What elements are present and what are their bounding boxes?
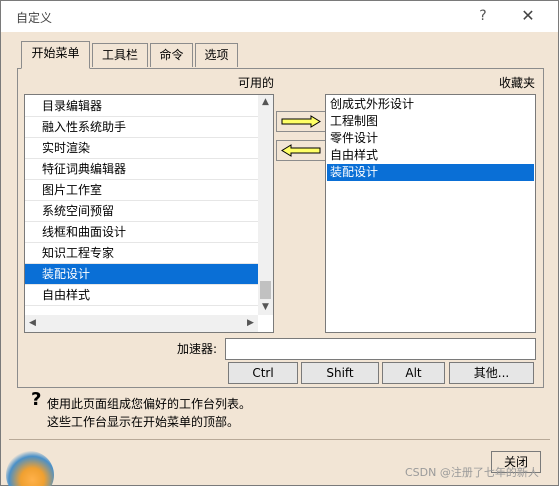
favorite-item[interactable]: 工程制图 <box>327 113 534 130</box>
accelerator-input[interactable] <box>225 338 536 360</box>
list-separator <box>25 305 258 306</box>
tab-commands[interactable]: 命令 <box>150 43 193 67</box>
catia-logo-icon <box>6 451 54 486</box>
tab-options[interactable]: 选项 <box>195 43 238 67</box>
tab-label: 开始菜单 <box>31 46 80 60</box>
list-item[interactable]: 装配设计 <box>25 264 258 285</box>
tab-start-menu[interactable]: 开始菜单 <box>21 41 90 69</box>
tab-label: 选项 <box>204 48 229 62</box>
question-icon: ? <box>31 389 42 410</box>
tab-toolbars[interactable]: 工具栏 <box>92 43 148 67</box>
favorites-list[interactable]: 创成式外形设计 工程制图 零件设计 自由样式 装配设计 <box>325 94 536 333</box>
favorite-item[interactable]: 自由样式 <box>327 147 534 164</box>
available-list[interactable]: ▲ ▼ ◀ ▶ 目录编辑器 融入性系统助手 实时渲染 特征词典编辑器 图片工作室 系统空间… <box>24 94 274 333</box>
list-item[interactable]: 系统空间预留 <box>25 201 258 222</box>
list-item[interactable]: 目录编辑器 <box>25 96 258 117</box>
title-bar: 自定义 ? ✕ <box>1 1 558 32</box>
favorites-label: 收藏夹 <box>499 76 536 90</box>
close-title-button[interactable]: ✕ <box>517 6 539 26</box>
tab-label: 命令 <box>159 48 184 62</box>
other-keys-button[interactable]: 其他... <box>449 362 534 384</box>
help-text-line1: 使用此页面组成您偏好的工作台列表。 <box>47 397 252 411</box>
favorite-item[interactable]: 装配设计 <box>327 164 534 181</box>
available-hscrollbar[interactable]: ◀ ▶ <box>25 315 258 332</box>
list-item[interactable]: 融入性系统助手 <box>25 117 258 138</box>
list-item[interactable]: 图片工作室 <box>25 180 258 201</box>
remove-from-favorites-button[interactable] <box>276 140 326 161</box>
list-item[interactable]: 特征词典编辑器 <box>25 159 258 180</box>
alt-button[interactable]: Alt <box>382 362 445 384</box>
help-title-button[interactable]: ? <box>473 6 493 26</box>
tab-label: 工具栏 <box>101 48 138 62</box>
add-to-favorites-button[interactable] <box>276 111 326 132</box>
scroll-right-icon[interactable]: ▶ <box>243 316 258 331</box>
scroll-thumb[interactable] <box>260 281 271 299</box>
scroll-down-icon[interactable]: ▼ <box>258 300 273 315</box>
available-label: 可用的 <box>238 76 275 90</box>
watermark: CSDN @注册了七年的新人 <box>405 466 539 479</box>
list-item[interactable]: 线框和曲面设计 <box>25 222 258 243</box>
customize-dialog: 自定义 ? ✕ 开始菜单 工具栏 命令 选项 可用的 收藏夹 ▲ ▼ ◀ ▶ 目… <box>0 0 559 486</box>
ctrl-button[interactable]: Ctrl <box>228 362 298 384</box>
list-item[interactable]: 自由样式 <box>25 285 258 306</box>
list-item[interactable]: 实时渲染 <box>25 138 258 159</box>
divider <box>9 439 550 440</box>
arrow-right-icon <box>281 115 321 128</box>
available-vscrollbar[interactable]: ▲ ▼ <box>258 95 273 315</box>
shift-button[interactable]: Shift <box>301 362 379 384</box>
window-title: 自定义 <box>16 11 53 25</box>
scroll-left-icon[interactable]: ◀ <box>25 316 40 331</box>
scroll-up-icon[interactable]: ▲ <box>258 95 273 110</box>
favorite-item[interactable]: 创成式外形设计 <box>327 96 534 113</box>
favorite-item[interactable]: 零件设计 <box>327 130 534 147</box>
help-text-line2: 这些工作台显示在开始菜单的顶部。 <box>47 415 240 429</box>
list-item[interactable]: 知识工程专家 <box>25 243 258 264</box>
accelerator-label: 加速器: <box>177 342 218 356</box>
arrow-left-icon <box>281 144 321 157</box>
